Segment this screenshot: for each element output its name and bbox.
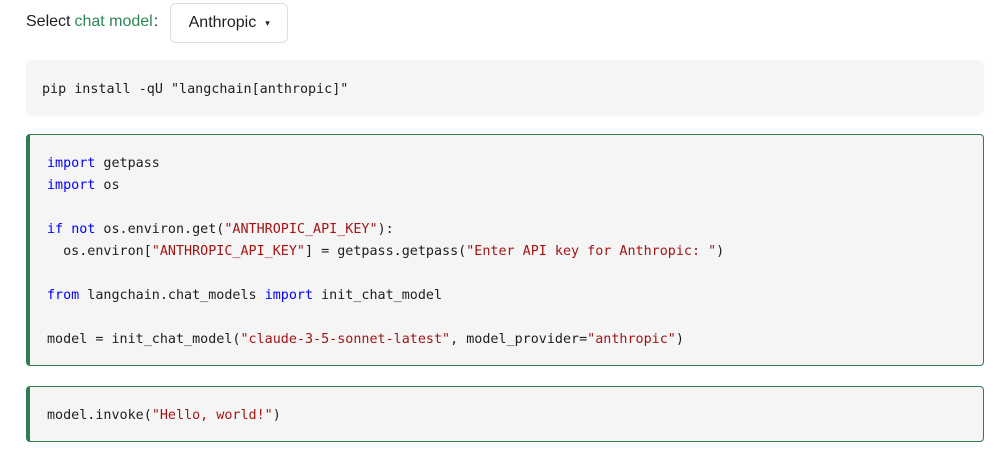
invoke-code-block[interactable]: model.invoke("Hello, world!") [26,386,984,442]
code-keyword: if [47,222,64,237]
code-line: from langchain.chat_models import init_c… [47,285,967,307]
code-string: "ANTHROPIC_API_KEY" [224,222,378,237]
code-line: if not os.environ.get("ANTHROPIC_API_KEY… [47,219,967,241]
selector-label: Select chat model : [26,13,158,31]
code-text: os.environ.get( [95,222,225,237]
install-command: pip install -qU "langchain[anthropic]" [42,82,349,97]
code-line: model.invoke("Hello, world!") [47,405,967,427]
install-code-block[interactable]: pip install -qU "langchain[anthropic]" [26,60,984,115]
code-text: ) [272,408,281,423]
code-keyword: from [47,288,80,303]
code-string: "anthropic" [587,332,676,347]
code-text: os.environ[ [47,244,152,259]
code-text: , model_provider= [450,332,588,347]
provider-dropdown-value: Anthropic [188,14,257,31]
code-string: "ANTHROPIC_API_KEY" [151,244,305,259]
selector-colon: : [153,13,159,30]
code-keyword: import [47,178,96,193]
code-text: ) [716,244,725,259]
code-line: os.environ["ANTHROPIC_API_KEY"] = getpas… [47,241,967,263]
code-keyword: not [71,222,96,237]
code-keyword: import [47,156,96,171]
selector-prefix: Select [26,13,71,30]
code-text: init_chat_model [313,288,443,303]
code-text: model.invoke( [47,408,152,423]
chevron-down-icon: ▾ [265,17,270,28]
code-text: ] = getpass.getpass( [305,244,467,259]
code-text: ): [377,222,394,237]
code-line: import os [47,175,967,197]
code-string: "claude-3-5-sonnet-latest" [240,332,451,347]
code-text: getpass [95,156,160,171]
code-string: "Enter API key for Anthropic: " [466,244,717,259]
code-keyword: import [264,288,314,303]
code-line: import getpass [47,153,967,175]
setup-code-block[interactable]: import getpass import os if not os.envir… [26,134,984,366]
code-text: model = init_chat_model( [47,332,241,347]
code-text: os [95,178,120,193]
code-text: ) [675,332,684,347]
provider-dropdown[interactable]: Anthropic ▾ [170,3,289,43]
code-line: model = init_chat_model("claude-3-5-sonn… [47,329,967,351]
code-string: "Hello, world!" [151,408,273,423]
chat-model-selector: Select chat model : Anthropic ▾ [26,0,289,44]
chat-model-link[interactable]: chat model [74,13,152,31]
code-text: langchain.chat_models [79,288,265,303]
